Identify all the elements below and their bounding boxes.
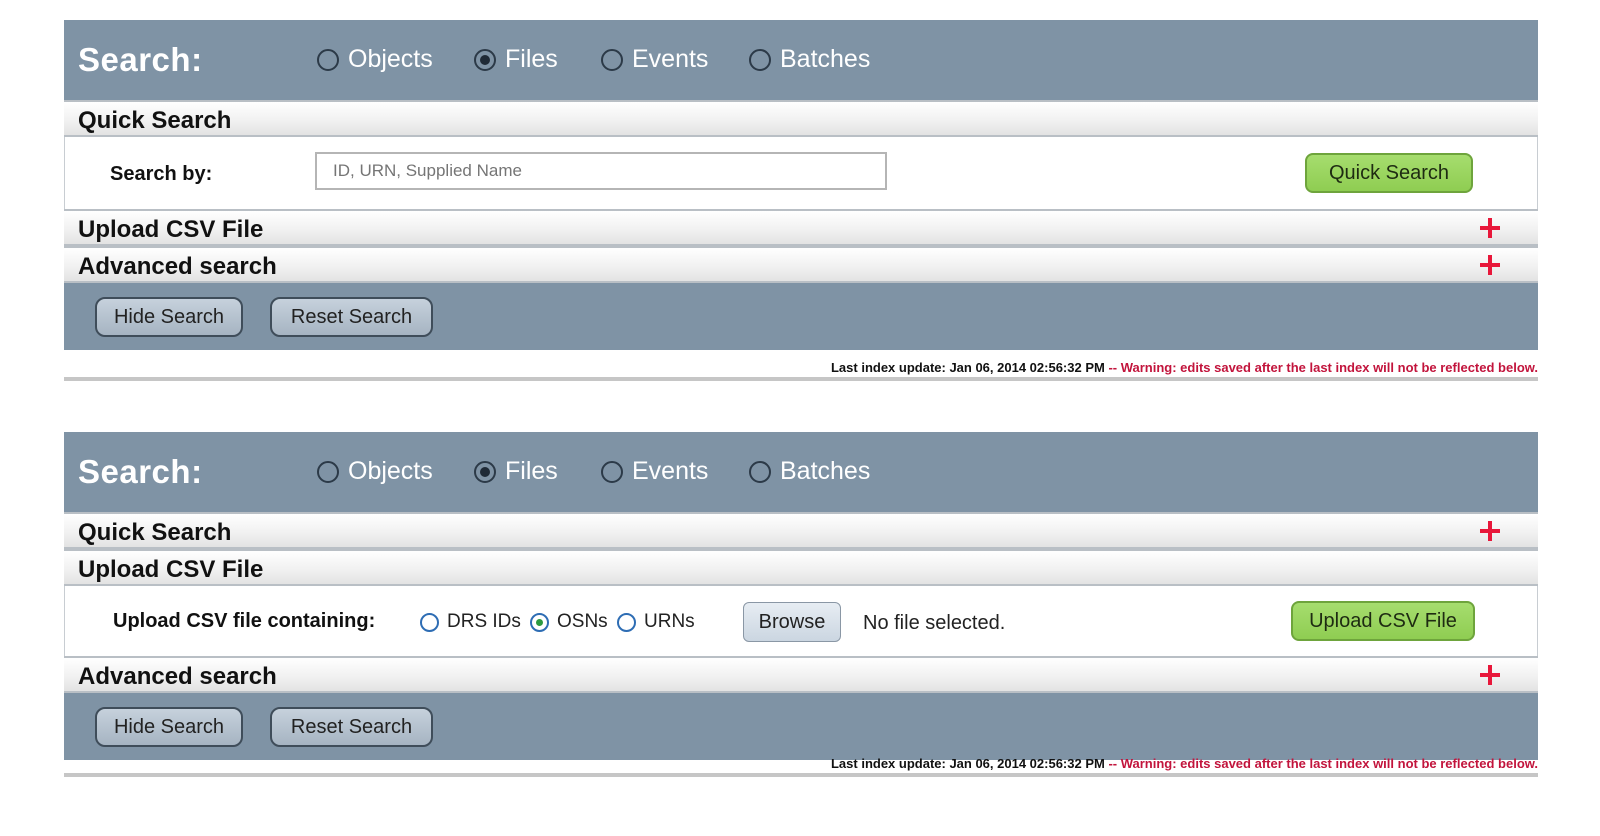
file-status: No file selected. (863, 612, 1006, 634)
radio-circle-checked-icon[interactable] (474, 460, 496, 483)
search-panel-upload: Search: Objects Files Events Batches Qui… (64, 432, 1538, 777)
browse-button[interactable]: Browse (743, 602, 841, 642)
radio-circle-icon[interactable] (601, 460, 623, 483)
index-warning: -- Warning: edits saved after the last i… (1104, 756, 1538, 771)
index-status: Last index update: Jan 06, 2014 02:56:32… (831, 756, 1538, 771)
radio-label: Events (632, 45, 709, 73)
upload-csv-containing-label: Upload CSV file containing: (113, 610, 376, 632)
search-footer: Hide Search Reset Search (64, 283, 1538, 350)
upload-csv-button[interactable]: Upload CSV File (1291, 601, 1475, 641)
reset-search-button[interactable]: Reset Search (270, 707, 433, 747)
radio-events[interactable]: Events (601, 457, 708, 486)
radio-circle-icon[interactable] (317, 48, 339, 71)
radio-label: Batches (780, 457, 871, 485)
radio-osns[interactable]: OSNs (530, 611, 608, 633)
radio-label: Files (505, 457, 558, 485)
radio-urns[interactable]: URNs (617, 611, 695, 633)
expand-plus-icon[interactable] (1480, 665, 1500, 685)
expand-plus-icon[interactable] (1480, 255, 1500, 275)
radio-label: Batches (780, 45, 871, 73)
index-warning: -- Warning: edits saved after the last i… (1104, 360, 1538, 375)
radio-circle-checked-icon[interactable] (474, 48, 496, 71)
last-index-update: Last index update: Jan 06, 2014 02:56:32… (830, 756, 1105, 771)
quick-search-button[interactable]: Quick Search (1305, 153, 1473, 193)
radio-label: URNs (644, 611, 695, 632)
section-upload-csv[interactable]: Upload CSV File (64, 549, 1538, 586)
divider (64, 773, 1538, 777)
search-panel-quick: Search: Objects Files Events Batches Qui… (64, 20, 1538, 381)
reset-search-button[interactable]: Reset Search (270, 297, 433, 337)
section-title: Advanced search (78, 663, 277, 690)
divider (64, 377, 1538, 381)
radio-circle-icon[interactable] (749, 460, 771, 483)
search-footer: Hide Search Reset Search (64, 693, 1538, 760)
radio-batches[interactable]: Batches (749, 45, 870, 74)
radio-label: Objects (348, 45, 433, 73)
radio-events[interactable]: Events (601, 45, 708, 74)
section-title: Quick Search (78, 519, 232, 546)
quick-search-row: Search by: Quick Search (64, 137, 1538, 209)
section-advanced-search[interactable]: Advanced search (64, 246, 1538, 283)
section-title: Advanced search (78, 253, 277, 280)
section-title: Quick Search (78, 107, 232, 134)
section-title: Upload CSV File (78, 216, 264, 243)
index-status: Last index update: Jan 06, 2014 02:56:32… (831, 360, 1538, 375)
section-title: Upload CSV File (78, 556, 264, 583)
section-quick-search[interactable]: Quick Search (64, 100, 1538, 137)
radio-label: OSNs (557, 611, 608, 632)
search-header: Search: Objects Files Events Batches (64, 20, 1538, 100)
radio-circle-icon[interactable] (317, 460, 339, 483)
upload-csv-row: Upload CSV file containing: DRS IDs OSNs… (64, 586, 1538, 656)
radio-objects[interactable]: Objects (317, 45, 433, 74)
search-input[interactable] (315, 152, 887, 190)
search-by-label: Search by: (110, 163, 213, 185)
radio-label: DRS IDs (447, 611, 521, 632)
radio-label: Events (632, 457, 709, 485)
radio-circle-icon[interactable] (420, 612, 439, 632)
last-index-update: Last index update: Jan 06, 2014 02:56:32… (830, 360, 1105, 375)
radio-drs-ids[interactable]: DRS IDs (420, 611, 521, 633)
expand-plus-icon[interactable] (1480, 218, 1500, 238)
radio-files[interactable]: Files (474, 45, 558, 74)
radio-objects[interactable]: Objects (317, 457, 433, 486)
radio-circle-icon[interactable] (749, 48, 771, 71)
section-advanced-search[interactable]: Advanced search (64, 656, 1538, 693)
hide-search-button[interactable]: Hide Search (95, 297, 243, 337)
hide-search-button[interactable]: Hide Search (95, 707, 243, 747)
search-header: Search: Objects Files Events Batches (64, 432, 1538, 512)
radio-label: Files (505, 45, 558, 73)
section-quick-search[interactable]: Quick Search (64, 512, 1538, 549)
expand-plus-icon[interactable] (1480, 521, 1500, 541)
search-title: Search: (78, 453, 203, 490)
search-title: Search: (78, 41, 203, 78)
radio-circle-icon[interactable] (601, 48, 623, 71)
section-upload-csv[interactable]: Upload CSV File (64, 209, 1538, 246)
radio-circle-checked-icon[interactable] (530, 612, 549, 632)
radio-label: Objects (348, 457, 433, 485)
radio-circle-icon[interactable] (617, 612, 636, 632)
radio-files[interactable]: Files (474, 457, 558, 486)
radio-batches[interactable]: Batches (749, 457, 870, 486)
